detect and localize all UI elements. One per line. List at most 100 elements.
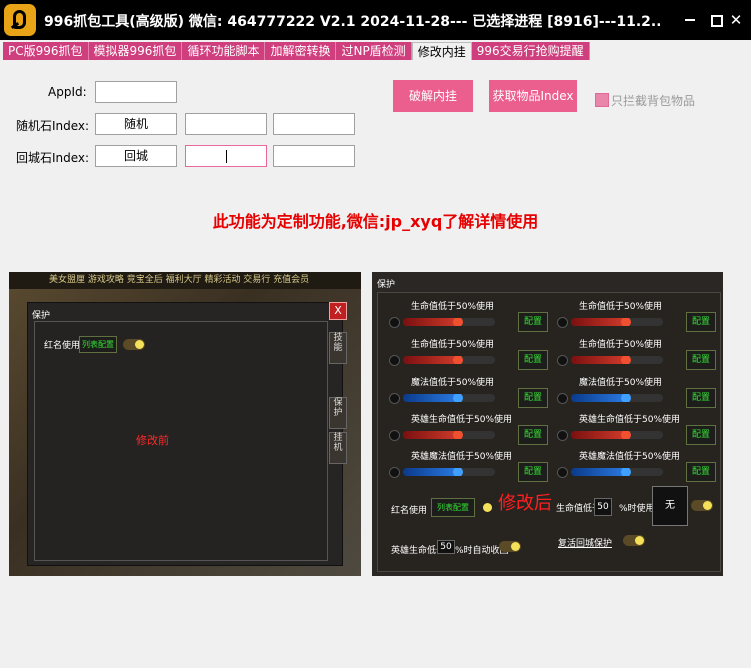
side-tab-skill: 技能 — [329, 332, 347, 364]
slider-fill — [571, 318, 627, 326]
list-config-button: 列表配置 — [79, 336, 117, 353]
slider-knob — [453, 394, 464, 402]
slider-label: 英雄魔法值低于50%使用 — [579, 452, 681, 462]
return-stone-name-input[interactable]: 回城 — [95, 145, 177, 167]
tab-emulator-996[interactable]: 模拟器996抓包 — [89, 42, 183, 60]
redname-label: 红名使用 — [44, 341, 81, 351]
return-stone-index-input[interactable] — [185, 145, 267, 167]
enable-radio-icon — [389, 317, 400, 328]
side-tab-hangup: 挂机 — [329, 432, 347, 464]
slider-fill — [571, 468, 627, 476]
enable-radio-icon — [557, 393, 568, 404]
close-button[interactable]: ✕ — [726, 10, 746, 30]
random-stone-label: 随机石Index: — [16, 119, 90, 133]
slider-knob — [453, 431, 464, 439]
hero-recall-toggle — [499, 541, 521, 552]
random-stone-name-input[interactable]: 随机 — [95, 113, 177, 135]
panel-inner: 红名使用 列表配置 修改前 — [34, 321, 328, 561]
tab-crypto-convert[interactable]: 加解密转换 — [265, 42, 337, 60]
slider-fill — [403, 318, 459, 326]
slider-knob — [453, 356, 464, 364]
hp-toggle — [691, 500, 713, 511]
tab-bar: PC版996抓包 模拟器996抓包 循环功能脚本 加解密转换 过NP盾检测 修改… — [0, 40, 751, 62]
tabs-strip: PC版996抓包 模拟器996抓包 循环功能脚本 加解密转换 过NP盾检测 修改… — [3, 42, 590, 60]
revive-return-toggle — [623, 535, 645, 546]
redname-label: 红名使用 — [391, 506, 428, 516]
config-button: 配置 — [686, 462, 716, 482]
percent-use-label: %时使用 — [619, 504, 655, 514]
before-screenshot: 美女盟厘 游戏攻略 竞宝全后 福利大厅 精彩活动 交易行 充值会员 保护 红名使… — [9, 272, 361, 576]
hp-below-value: 50 — [594, 498, 612, 516]
custom-feature-notice: 此功能为定制功能,微信:jp_xyq了解详情使用 — [212, 212, 539, 231]
tab-pc-996[interactable]: PC版996抓包 — [3, 42, 89, 60]
enable-radio-icon — [557, 430, 568, 441]
threshold-slider — [571, 468, 663, 476]
slider-knob — [621, 431, 632, 439]
slider-fill — [403, 394, 459, 402]
get-item-index-button[interactable]: 获取物品Index — [489, 80, 577, 112]
config-button: 配置 — [686, 350, 716, 370]
redname-toggle-icon — [483, 503, 492, 512]
crack-plugin-button[interactable]: 破解内挂 — [393, 80, 473, 112]
intercept-bag-checkbox[interactable] — [595, 93, 609, 107]
slider-knob — [621, 356, 632, 364]
slider-fill — [403, 431, 459, 439]
revive-return-protect-link: 复活回城保护 — [558, 539, 613, 549]
tab-np-shield[interactable]: 过NP盾检测 — [336, 42, 412, 60]
text-caret — [226, 150, 227, 163]
threshold-slider — [403, 318, 495, 326]
hero-hp-value: 50 — [437, 540, 455, 554]
panel-title: 保护 — [377, 280, 396, 290]
enable-radio-icon — [557, 355, 568, 366]
app-logo-icon — [4, 4, 36, 36]
config-button: 配置 — [686, 312, 716, 332]
tab-loop-script[interactable]: 循环功能脚本 — [182, 42, 266, 60]
slider-label: 生命值低于50%使用 — [411, 340, 495, 350]
config-button: 配置 — [518, 350, 548, 370]
tab-modify-plugin[interactable]: 修改内挂 — [411, 42, 472, 60]
enable-radio-icon — [389, 355, 400, 366]
before-caption: 修改前 — [136, 434, 169, 447]
tab-trade-alert[interactable]: 996交易行抢购提醒 — [472, 42, 590, 60]
random-stone-index-input[interactable] — [185, 113, 267, 135]
appid-input[interactable] — [95, 81, 177, 103]
config-button: 配置 — [686, 425, 716, 445]
maximize-button[interactable] — [706, 10, 726, 30]
threshold-slider — [571, 356, 663, 364]
random-stone-index2-input[interactable] — [273, 113, 355, 135]
slider-label: 生命值低于50%使用 — [579, 340, 663, 350]
after-screenshot: 保护 生命值低于50%使用 配置 生命值低于50%使用 配置 生命值低于50%使用 配置生… — [372, 272, 723, 576]
slider-knob — [621, 394, 632, 402]
return-stone-index2-input[interactable] — [273, 145, 355, 167]
intercept-bag-label: 只拦截背包物品 — [611, 94, 696, 108]
title-bar: 996抓包工具(高级版) 微信: 464777222 V2.1 2024-11-… — [0, 0, 751, 40]
threshold-slider — [403, 468, 495, 476]
game-menu-bar: 美女盟厘 游戏攻略 竞宝全后 福利大厅 精彩活动 交易行 充值会员 — [9, 272, 361, 289]
config-button: 配置 — [518, 462, 548, 482]
slider-fill — [403, 356, 459, 364]
slider-knob — [453, 318, 464, 326]
list-config-button: 列表配置 — [431, 498, 475, 517]
slider-fill — [571, 431, 627, 439]
threshold-slider — [571, 318, 663, 326]
slider-label: 英雄生命值低于50%使用 — [579, 415, 681, 425]
config-button: 配置 — [518, 312, 548, 332]
threshold-slider — [403, 356, 495, 364]
appid-label: AppId: — [48, 85, 87, 99]
slider-label: 英雄魔法值低于50%使用 — [411, 452, 513, 462]
slider-label: 魔法值低于50%使用 — [579, 378, 663, 388]
slider-knob — [621, 318, 632, 326]
window-title: 996抓包工具(高级版) 微信: 464777222 V2.1 2024-11-… — [44, 14, 660, 30]
slider-knob — [453, 468, 464, 476]
enable-radio-icon — [389, 393, 400, 404]
threshold-slider — [403, 431, 495, 439]
minimize-button[interactable] — [680, 10, 700, 30]
close-icon: X — [329, 302, 347, 320]
protect-panel-after: 生命值低于50%使用 配置 生命值低于50%使用 配置 生命值低于50%使用 配置 生命值低… — [377, 292, 721, 572]
threshold-slider — [571, 431, 663, 439]
slider-fill — [403, 468, 459, 476]
slider-knob — [621, 468, 632, 476]
config-button: 配置 — [518, 425, 548, 445]
item-slot-none: 无 — [652, 486, 688, 526]
slider-label: 英雄生命值低于50%使用 — [411, 415, 513, 425]
